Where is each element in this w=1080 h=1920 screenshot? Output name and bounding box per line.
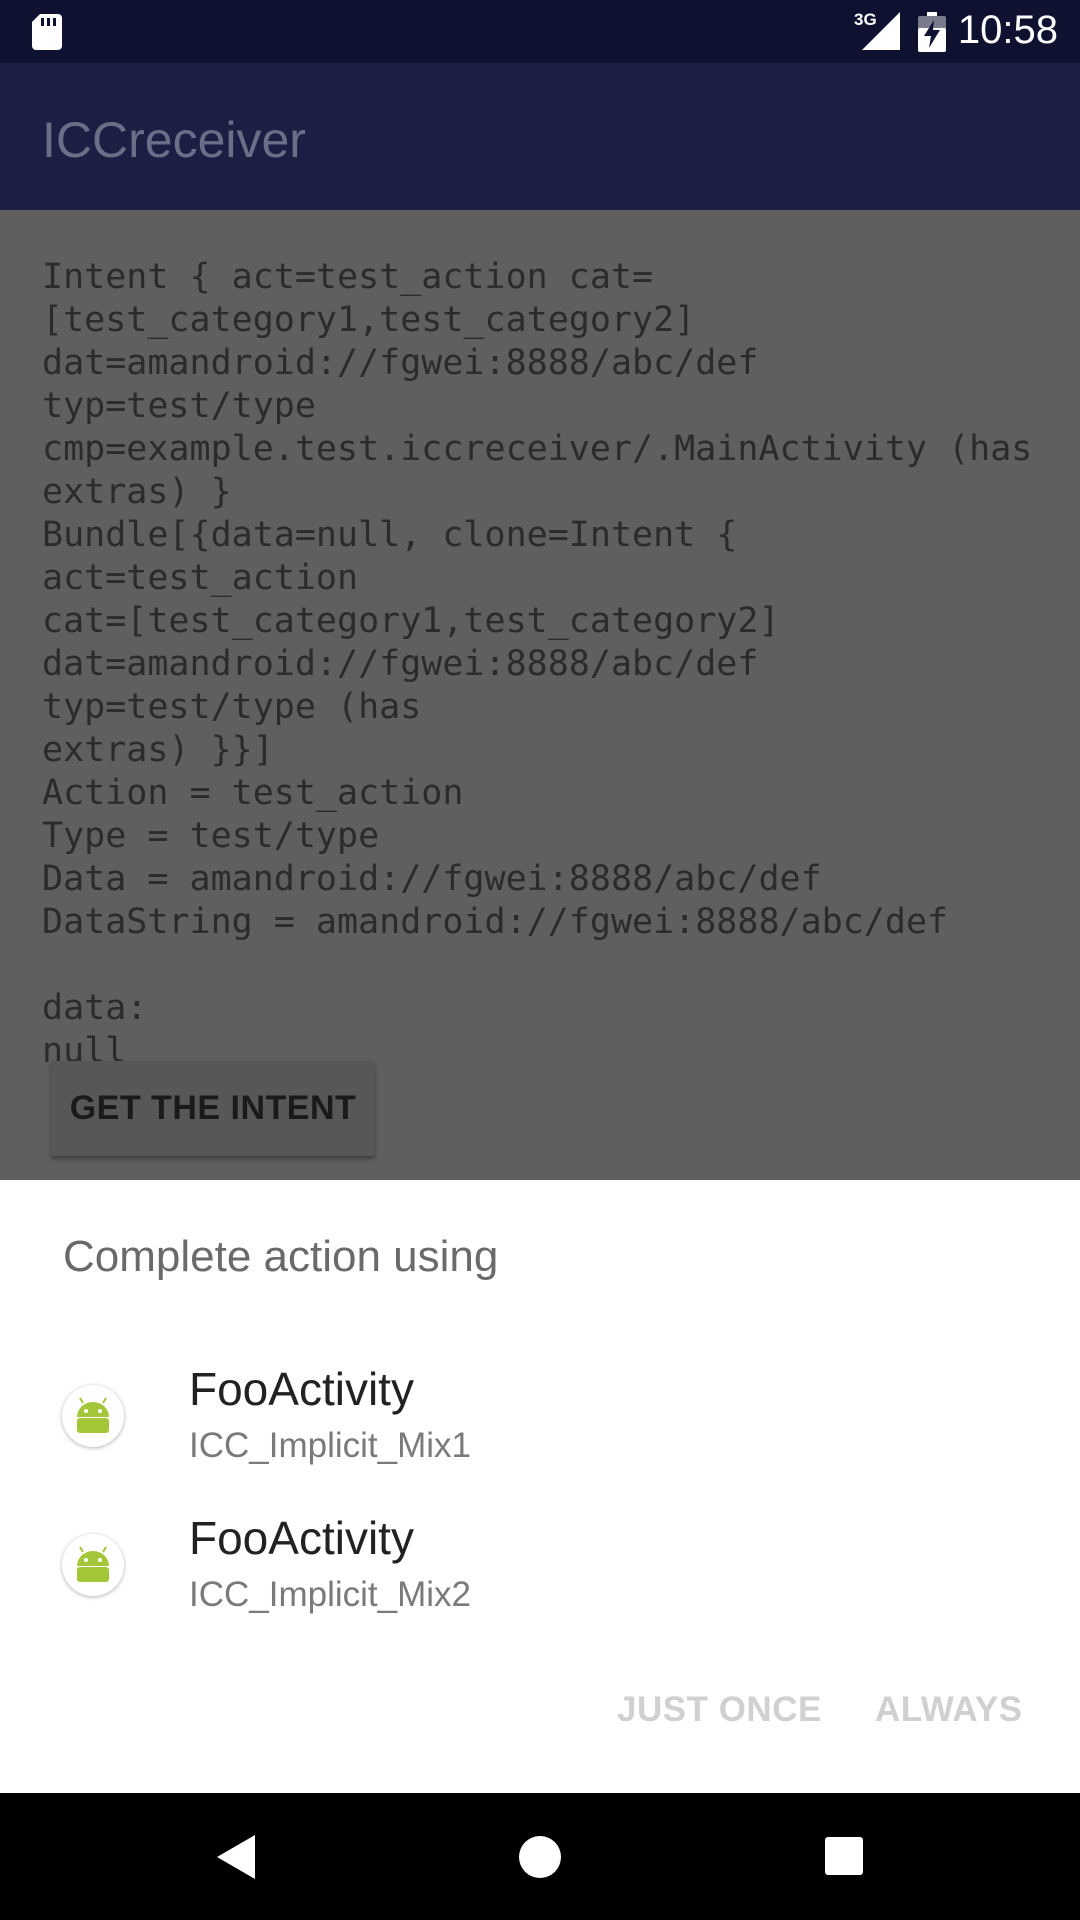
clock: 10:58 [957, 8, 1058, 52]
android-icon [62, 1385, 124, 1447]
recents-icon[interactable] [824, 1836, 864, 1876]
always-button[interactable]: ALWAYS [875, 1690, 1023, 1730]
chooser-title: Complete action using [63, 1232, 499, 1281]
signal-icon [862, 12, 900, 50]
sd-card-icon [32, 14, 62, 50]
intent-details-text: Intent { act=test_action cat=[test_categ… [42, 257, 1033, 1071]
app-bar: ICCreceiver [0, 63, 1080, 210]
status-bar: 3G 10:58 [0, 0, 1080, 63]
screen: 3G 10:58 ICCreceiver Intent { act=test_a… [0, 0, 1080, 1920]
chooser-item-package: ICC_Implicit_Mix1 [189, 1426, 471, 1465]
just-once-button[interactable]: JUST ONCE [617, 1690, 822, 1730]
home-icon[interactable] [518, 1835, 562, 1879]
chooser-item-name: FooActivity [189, 1512, 414, 1564]
main-content: Intent { act=test_action cat=[test_categ… [0, 210, 1080, 1180]
chooser-sheet: Complete action using FooActivity ICC_Im… [0, 1180, 1080, 1793]
back-icon[interactable] [215, 1833, 257, 1881]
get-the-intent-button[interactable]: GET THE INTENT [51, 1061, 375, 1156]
chooser-item-name: FooActivity [189, 1363, 414, 1415]
chooser-item-fooactivity-mix2[interactable]: FooActivity ICC_Implicit_Mix2 [0, 1495, 1080, 1635]
app-title: ICCreceiver [42, 112, 306, 168]
chooser-item-fooactivity-mix1[interactable]: FooActivity ICC_Implicit_Mix1 [0, 1346, 1080, 1486]
navigation-bar [0, 1793, 1080, 1920]
chooser-item-package: ICC_Implicit_Mix2 [189, 1575, 471, 1614]
android-icon [62, 1534, 124, 1596]
battery-charging-icon [918, 12, 946, 52]
